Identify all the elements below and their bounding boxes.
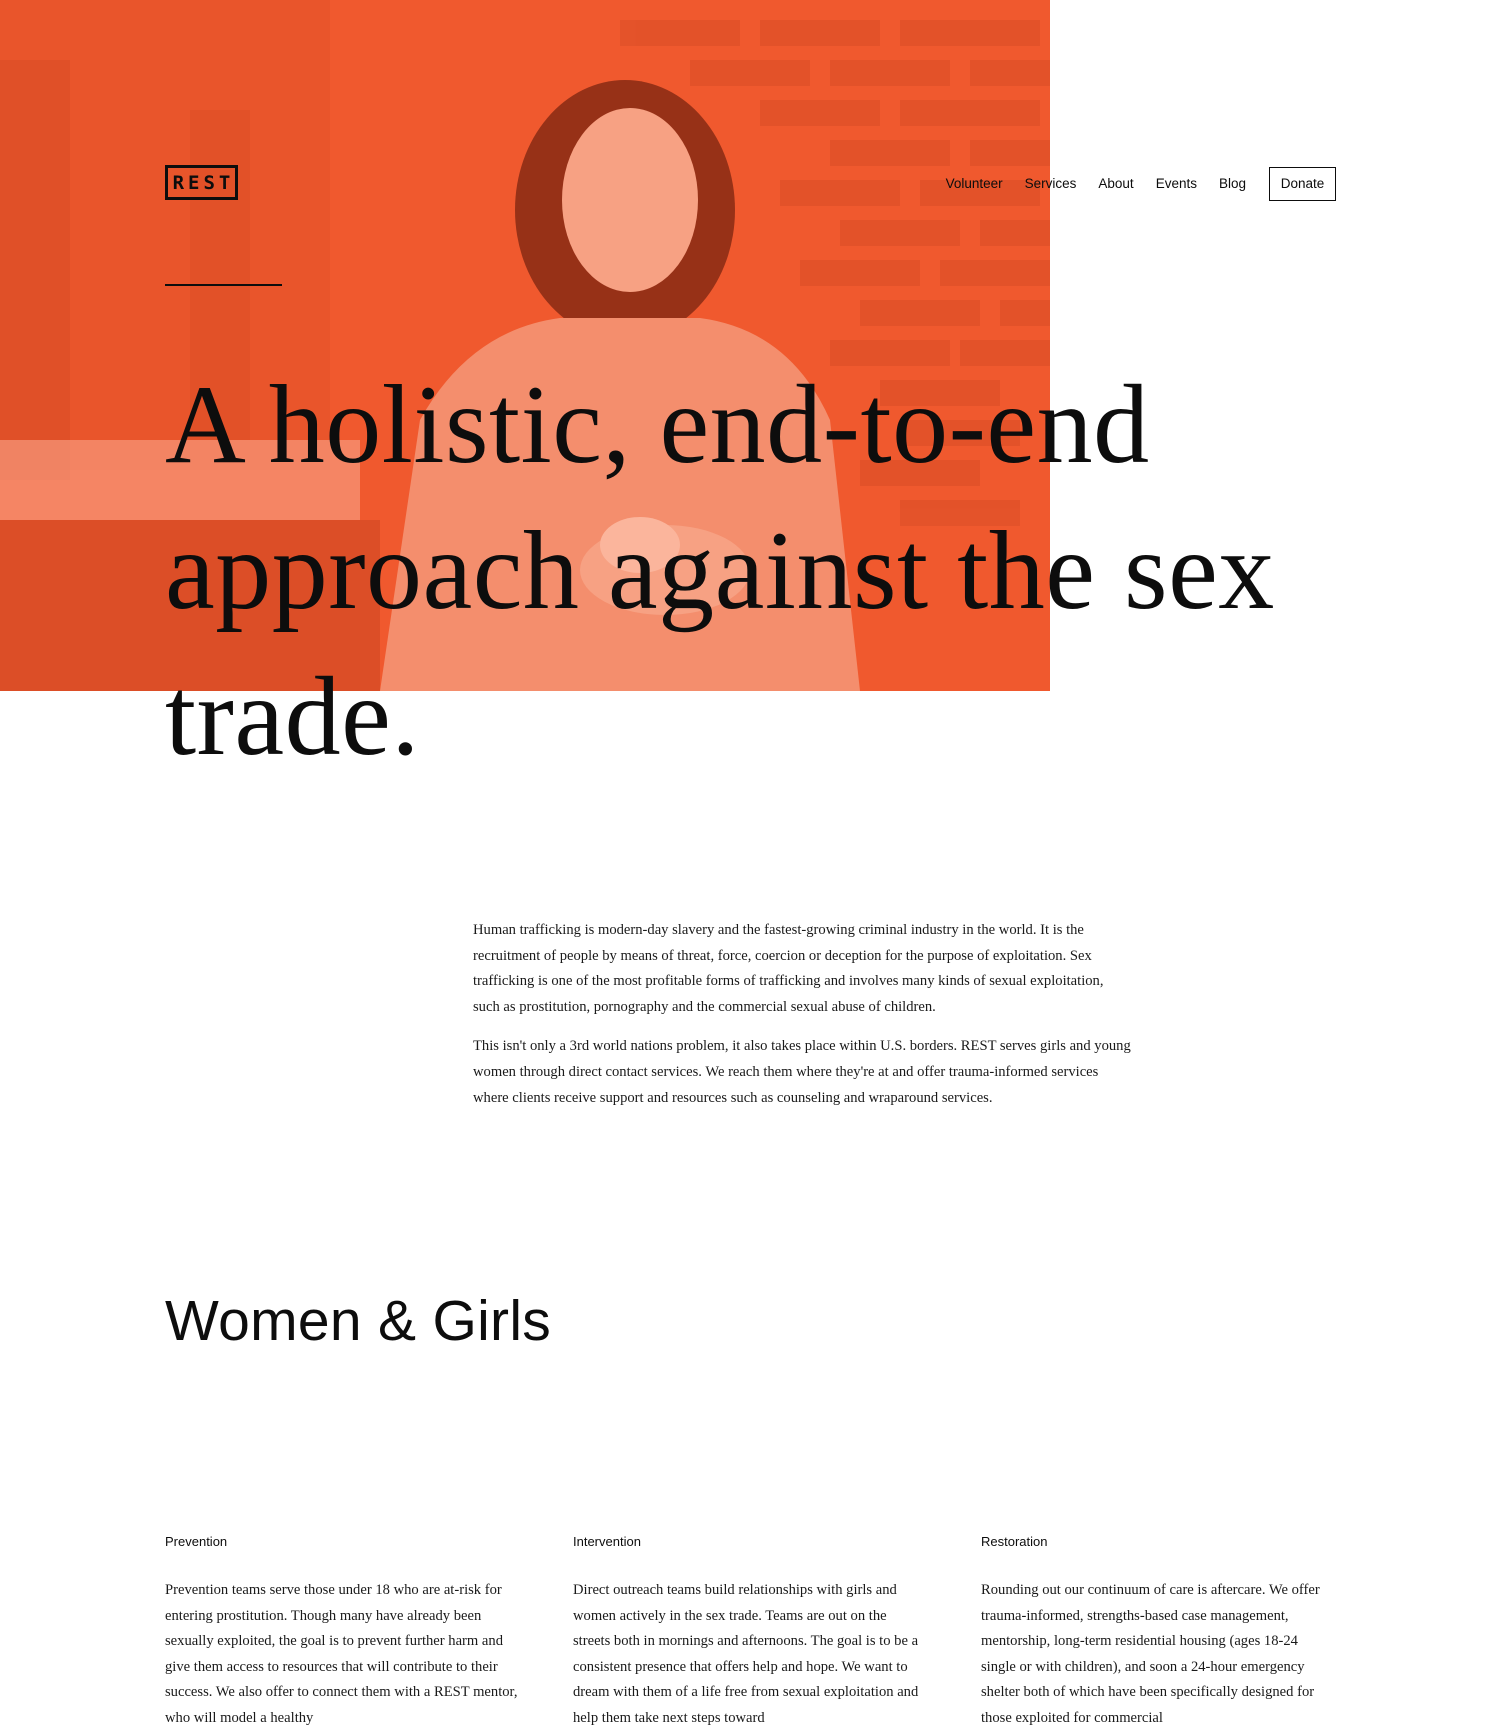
hero-headline: A holistic, end-to-end approach against … [165,363,1275,779]
column-title: Prevention [165,1534,228,1549]
nav-link-volunteer[interactable]: Volunteer [946,164,1003,203]
donate-button[interactable]: Donate [1269,166,1336,201]
intro-paragraph: This isn't only a 3rd world nations prob… [473,1038,1131,1106]
column-body: Prevention teams serve those under 18 wh… [165,1582,518,1726]
main-nav: Volunteer Services About Events Blog Don… [946,164,1336,203]
column-title: Intervention [573,1534,641,1549]
column-body: Rounding out our continuum of care is af… [981,1582,1320,1726]
column-prevention: Prevention Prevention teams serve those … [165,1534,519,1732]
intro-paragraph: Human trafficking is modern-day slavery … [473,922,1104,1015]
nav-link-about[interactable]: About [1098,164,1133,203]
nav-link-services[interactable]: Services [1025,164,1077,203]
rest-logo[interactable]: REST [165,165,238,200]
intro-copy: Human trafficking is modern-day slavery … [473,918,1133,1125]
column-restoration: Restoration Rounding out our continuum o… [981,1534,1335,1732]
services-columns: Prevention Prevention teams serve those … [165,1534,1335,1732]
nav-link-events[interactable]: Events [1156,164,1197,203]
nav-link-blog[interactable]: Blog [1219,164,1246,203]
column-title: Restoration [981,1534,1048,1549]
column-intervention: Intervention Direct outreach teams build… [573,1534,927,1732]
hero-rule-divider [165,284,282,286]
section-heading-women-girls: Women & Girls [165,1289,552,1353]
column-body: Direct outreach teams build relationship… [573,1582,919,1726]
